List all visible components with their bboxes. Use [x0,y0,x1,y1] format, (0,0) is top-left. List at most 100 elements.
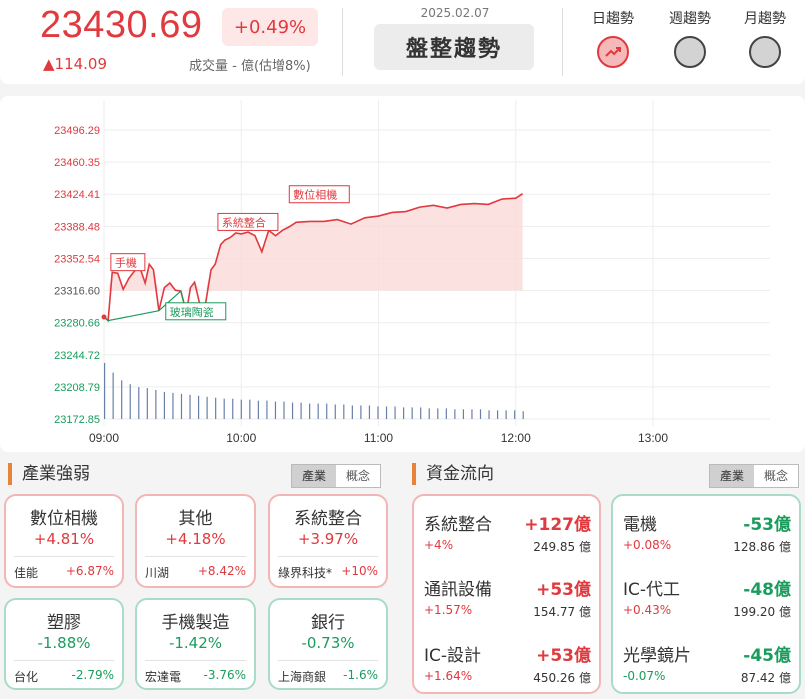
volume-bar [300,402,302,419]
flow-row[interactable]: 通訊設備 +53億 +1.57% 154.77 億 [424,575,591,635]
divider [145,660,246,661]
volume-bar [172,392,174,419]
divider [14,556,114,557]
x-tick-label: 11:00 [364,431,393,445]
industry-strength-title: 產業強弱 [8,463,90,485]
flow-volume: 87.42 億 [740,671,791,685]
flow-percent: +1.64% [424,669,473,683]
change-points: ▲114.09 [43,55,108,73]
trend-up-icon [605,47,621,57]
y-tick-label: 23352.54 [54,253,100,265]
annotation-label: 系統整合 [222,215,266,229]
toggle-industry[interactable]: 產業 [710,465,754,487]
volume-bar [522,411,524,419]
flow-amount: -53億 [743,515,791,535]
annotation-label: 玻璃陶瓷 [170,305,214,319]
flow-amount: -45億 [743,646,791,666]
flow-volume: 128.86 億 [733,540,791,554]
capital-flow-title: 資金流向 [412,463,494,485]
divider [342,8,343,76]
flow-percent: +0.43% [623,603,672,617]
volume-bar [437,408,439,419]
leading-stock-percent: +8.42% [197,564,246,578]
flow-volume: 450.26 億 [533,671,591,685]
volume-bar [274,401,277,419]
volume-bar [488,410,490,419]
volume-bar [163,391,166,419]
flow-industry-name: 光學鏡片 [623,646,691,666]
volume-bar [155,390,157,419]
volume-bar [215,397,217,419]
flow-percent: -0.07% [623,669,666,683]
flow-row[interactable]: 光學鏡片 -45億 -0.07% 87.42 億 [623,641,791,699]
industry-card[interactable]: 數位相機 +4.81% 佳能 +6.87% [4,494,124,588]
volume-bar [411,407,413,419]
volume-bar [223,398,225,419]
y-tick-label: 23172.85 [54,414,100,426]
volume-bar [257,400,259,419]
industry-percent: +4.18% [165,530,226,548]
intraday-chart-card: 23496.29 23460.35 23424.41 23388.48 23352.54… [0,96,805,452]
volume-bar [454,409,456,419]
toggle-concept[interactable]: 概念 [754,465,798,487]
volume-bar [445,408,447,419]
y-tick-label: 23424.41 [54,189,100,201]
flow-amount: -48億 [743,580,791,600]
y-tick-label: 23496.29 [54,125,100,137]
flow-percent: +1.57% [424,603,473,617]
industry-card[interactable]: 手機製造 -1.42% 宏達電 -3.76% [135,598,256,690]
tab-weekly-trend[interactable]: 週趨勢 [655,8,725,28]
volume-bar [471,409,473,419]
divider [14,660,114,661]
volume-bar [291,402,294,419]
flow-row[interactable]: IC-代工 -48億 +0.43% 199.20 億 [623,575,791,635]
industry-name: 手機製造 [161,613,230,633]
intraday-chart[interactable]: 23496.29 23460.35 23424.41 23388.48 23352.54… [0,96,805,452]
toggle-industry[interactable]: 產業 [292,465,336,487]
flow-row[interactable]: 系統整合 +127億 +4% 249.85 億 [424,510,591,570]
industry-card[interactable]: 其他 +4.18% 川湖 +8.42% [135,494,256,588]
flow-amount: +53億 [536,646,591,666]
volume-bar [309,403,311,419]
industry-card[interactable]: 銀行 -0.73% 上海商銀 -1.6% [268,598,388,690]
leading-stock-percent: +10% [341,564,378,578]
volume-bar [505,410,507,419]
volume-bar [403,407,405,419]
price-start-dot [101,314,107,320]
volume-label: 成交量 - 億(估增8%) [189,59,311,74]
trend-status-badge: 盤整趨勢 [374,24,534,70]
leading-stock-percent: +6.87% [65,564,114,578]
volume-bar [129,384,131,419]
tab-daily-trend[interactable]: 日趨勢 [578,8,648,28]
industry-card[interactable]: 系統整合 +3.97% 綠界科技* +10% [268,494,388,588]
flow-volume: 154.77 億 [533,605,591,619]
y-tick-label: 23244.72 [54,350,100,362]
index-value: 23430.69 [40,4,203,46]
monthly-trend-indicator[interactable] [749,36,781,68]
tab-monthly-trend[interactable]: 月趨勢 [730,8,800,28]
daily-trend-indicator[interactable] [597,36,629,68]
toggle-concept[interactable]: 概念 [336,465,380,487]
industry-name: 數位相機 [30,509,98,529]
price-area [104,193,523,291]
volume-bar [343,404,345,419]
volume-bar [462,409,465,419]
flow-row[interactable]: IC-設計 +53億 +1.64% 450.26 億 [424,641,591,699]
volume-bar [240,399,242,419]
capital-inflow-card: 系統整合 +127億 +4% 249.85 億 通訊設備 +53億 +1.57%… [412,494,601,694]
weekly-trend-indicator[interactable] [674,36,706,68]
volume-bar [104,362,106,419]
flow-industry-name: 系統整合 [424,515,492,535]
flow-amount: +53億 [536,580,591,600]
divider [145,556,246,557]
volume-bar [180,393,183,419]
flow-row[interactable]: 電機 -53億 +0.08% 128.86 億 [623,510,791,570]
divider [278,660,378,661]
industry-percent: +4.81% [33,530,95,548]
flow-industry-name: 通訊設備 [424,580,492,600]
volume-bar [283,401,285,419]
industry-card[interactable]: 塑膠 -1.88% 台化 -2.79% [4,598,124,690]
divider [562,8,563,76]
volume-bar [232,398,234,419]
leading-stock-percent: -2.79% [71,668,114,682]
